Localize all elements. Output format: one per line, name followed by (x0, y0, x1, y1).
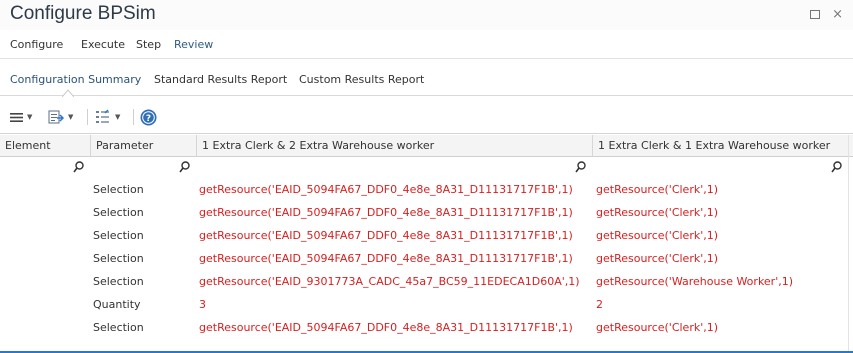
search-icon (73, 161, 84, 173)
scenario-2-value: getResource('Clerk',1) (596, 183, 719, 196)
column-header-parameter[interactable]: Parameter (91, 135, 197, 157)
tab-configuration-summary[interactable]: Configuration Summary (10, 73, 141, 86)
column-header-scenario-1[interactable]: 1 Extra Clerk & 2 Extra Warehouse worker (197, 135, 593, 157)
tab-standard-results-report[interactable]: Standard Results Report (154, 73, 287, 86)
tab-custom-results-report[interactable]: Custom Results Report (299, 73, 424, 86)
parameter-cell: Quantity (93, 298, 141, 311)
toolbar-separator (133, 109, 134, 125)
menu-dropdown-button[interactable]: ▼ (10, 108, 32, 126)
filter-cell-parameter[interactable] (91, 158, 197, 178)
scenario-1-value: 3 (199, 298, 206, 311)
table-row[interactable]: Selection getResource('EAID_5094FA67_DDF… (0, 225, 853, 247)
search-icon (831, 161, 842, 173)
parameter-cell: Selection (93, 183, 144, 196)
table-row[interactable]: Selection getResource('EAID_5094FA67_DDF… (0, 317, 853, 339)
help-icon: ? (140, 109, 157, 125)
scenario-2-value: getResource('Clerk',1) (596, 229, 719, 242)
scenario-1-value: getResource('EAID_9301773A_CADC_45a7_BC5… (199, 275, 580, 288)
parameter-cell: Selection (93, 252, 144, 265)
table-header: Element Parameter 1 Extra Clerk & 2 Extr… (0, 135, 853, 157)
scenario-2-value: getResource('Clerk',1) (596, 321, 719, 334)
maximize-icon[interactable] (810, 10, 821, 19)
search-icon (179, 161, 190, 173)
export-dropdown-button[interactable]: ▼ (48, 108, 73, 126)
menu-item-configure[interactable]: Configure (10, 38, 63, 51)
filter-cell-element[interactable] (0, 158, 91, 178)
scenario-2-value: getResource('Clerk',1) (596, 252, 719, 265)
parameter-cell: Selection (93, 206, 144, 219)
filter-row (0, 158, 853, 178)
window-title: Configure BPSim (10, 3, 156, 24)
chevron-down-icon: ▼ (68, 113, 74, 121)
search-icon (575, 161, 586, 173)
active-tab-indicator (62, 89, 74, 97)
toolbar: ▼ ▼ ▼ ? (0, 98, 853, 134)
window-controls: × (810, 7, 843, 22)
svg-text:?: ? (146, 114, 151, 124)
report-tabs: Configuration Summary Standard Results R… (0, 62, 853, 96)
parameter-cell: Selection (93, 229, 144, 242)
scenario-1-value: getResource('EAID_5094FA67_DDF0_4e8e_8A3… (199, 252, 573, 265)
menu-icon (10, 112, 23, 122)
table-row[interactable]: Selection getResource('EAID_9301773A_CAD… (0, 271, 853, 293)
scenario-2-value: getResource('Clerk',1) (596, 206, 719, 219)
toolbar-separator (87, 109, 88, 125)
scenario-1-value: getResource('EAID_5094FA67_DDF0_4e8e_8A3… (199, 321, 573, 334)
parameter-cell: Selection (93, 321, 144, 334)
table-row[interactable]: Quantity 3 2 (0, 294, 853, 316)
close-icon[interactable]: × (832, 7, 843, 22)
filter-cell-scenario-2[interactable] (593, 158, 849, 178)
column-header-scenario-2[interactable]: 1 Extra Clerk & 1 Extra Warehouse worker (593, 135, 849, 157)
menu-item-step[interactable]: Step (136, 38, 161, 51)
help-button[interactable]: ? (140, 108, 157, 126)
chevron-down-icon: ▼ (115, 113, 121, 121)
scenario-2-value: getResource('Warehouse Worker',1) (596, 275, 794, 288)
scenario-1-value: getResource('EAID_5094FA67_DDF0_4e8e_8A3… (199, 183, 573, 196)
menu-item-execute[interactable]: Execute (81, 38, 125, 51)
column-header-element[interactable]: Element (0, 135, 91, 157)
scenario-1-value: getResource('EAID_5094FA67_DDF0_4e8e_8A3… (199, 206, 573, 219)
scenario-2-value: 2 (596, 298, 603, 311)
table-row[interactable]: Selection getResource('EAID_5094FA67_DDF… (0, 202, 853, 224)
columns-icon (96, 109, 109, 123)
columns-dropdown-button[interactable]: ▼ (95, 108, 120, 126)
table-right-border (848, 135, 849, 353)
scenario-1-value: getResource('EAID_5094FA67_DDF0_4e8e_8A3… (199, 229, 573, 242)
menu-bar: Configure Execute Step Review (0, 31, 853, 59)
title-bar: Configure BPSim × (0, 0, 853, 30)
table-row[interactable]: Selection getResource('EAID_5094FA67_DDF… (0, 179, 853, 201)
parameter-cell: Selection (93, 275, 144, 288)
export-icon (48, 110, 64, 124)
filter-cell-scenario-1[interactable] (197, 158, 593, 178)
chevron-down-icon: ▼ (27, 113, 33, 121)
menu-item-review[interactable]: Review (174, 38, 213, 51)
table-row[interactable]: Selection getResource('EAID_5094FA67_DDF… (0, 248, 853, 270)
